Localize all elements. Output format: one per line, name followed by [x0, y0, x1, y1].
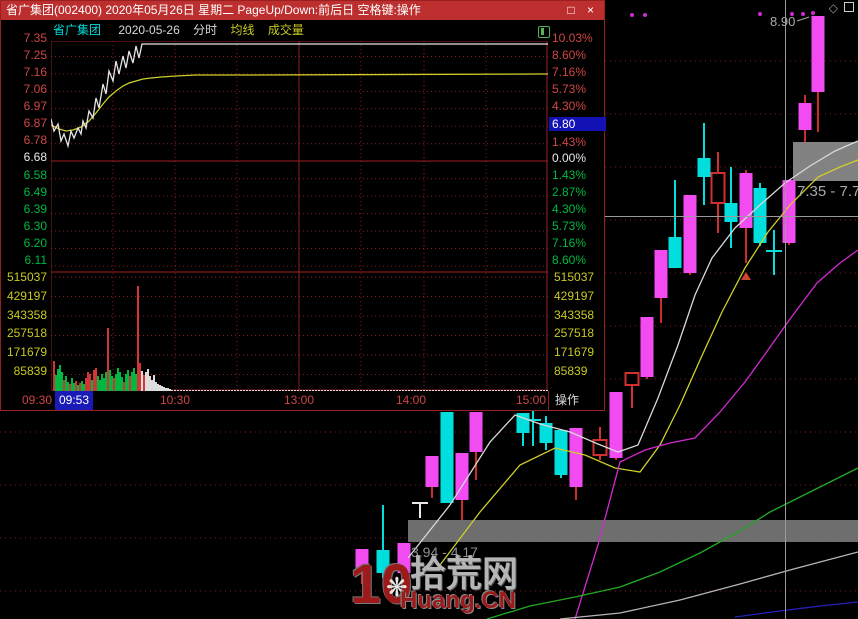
window-icon[interactable]: [844, 2, 854, 12]
current-price-tag: 6.80: [549, 116, 606, 131]
watermark-domain: Huang.CN: [400, 587, 516, 614]
axis-label: 7.35: [23, 31, 47, 45]
panel-toggle-icon[interactable]: [538, 26, 550, 38]
axis-label: 6.39: [23, 201, 47, 216]
minimize-button[interactable]: □: [567, 3, 574, 17]
action-button[interactable]: 操作: [555, 391, 579, 410]
time-axis: 操作 09:30 09:53 10:30 13:00 14:00 15:00: [1, 391, 606, 411]
close-button[interactable]: ×: [587, 3, 594, 17]
percent-axis-right: 10.03% 8.60% 7.16% 5.73% 4.30% 6.80 1.43% 0.00%…: [549, 31, 606, 267]
axis-label: 7.06: [23, 82, 47, 97]
time-label: 09:30: [21, 393, 53, 407]
time-cursor-label: 09:53: [54, 391, 94, 410]
window-controls: □ ×: [558, 1, 594, 20]
axis-label: 7.16%: [552, 64, 587, 79]
ma-line-green: [486, 467, 858, 619]
view-mode-label: 分时: [193, 23, 218, 37]
window-titlebar[interactable]: 省广集团(002400) 2020年05月26日 星期二 PageUp/Down…: [1, 1, 604, 20]
axis-label: 5.73%: [552, 219, 587, 234]
axis-label: 429197: [554, 288, 595, 303]
axis-label: 6.20: [23, 235, 47, 250]
axis-label: 4.30%: [552, 98, 587, 113]
axis-label: 85839: [554, 363, 588, 378]
axis-label: 7.16%: [552, 236, 587, 251]
time-label: 15:00: [515, 393, 547, 407]
price-axis-left: 7.35 7.25 7.16 7.06 6.97 6.87 6.78 6.68 6.58 6.49…: [3, 32, 47, 266]
axis-label: 6.68: [23, 150, 47, 165]
volume-axis-left: 515037 429197 343358 257518 171679 85839: [3, 271, 47, 377]
volume-bars: [53, 286, 548, 391]
volume-axis-right: 515037 429197 343358 257518 171679 85839: [554, 271, 602, 377]
axis-label: 257518: [6, 326, 47, 341]
time-label: 10:30: [159, 393, 191, 407]
axis-label: 257518: [554, 326, 595, 341]
axis-label: 6.30: [23, 218, 47, 233]
diamond-icon: ◇: [828, 1, 838, 15]
axis-label: 0.00%: [552, 151, 587, 166]
axis-label: 171679: [554, 345, 595, 360]
axis-label: 171679: [6, 345, 47, 360]
intraday-gridlines: [51, 41, 548, 391]
axis-label: 343358: [554, 307, 595, 322]
axis-label: 6.87: [23, 116, 47, 131]
axis-label: 6.49: [23, 184, 47, 199]
axis-label: 7.16: [23, 65, 47, 80]
axis-label: 429197: [6, 288, 47, 303]
stock-name: 省广集团: [53, 23, 102, 37]
axis-label: 515037: [6, 270, 47, 284]
ma-line-blue: [734, 601, 858, 618]
intraday-chart[interactable]: [51, 41, 548, 391]
corner-icons: ◇: [829, 1, 854, 15]
app-root: 8.907.35 - 7.753.94 - 4.17 ◇ 10 ❋ 拾荒网 Hu…: [0, 0, 858, 619]
axis-label: 10.03%: [552, 31, 593, 45]
volume-indicator-label: 成交量: [267, 23, 304, 37]
axis-label: 4.30%: [552, 202, 587, 217]
time-label: 13:00: [283, 393, 315, 407]
axis-label: 8.60%: [552, 47, 587, 62]
high-price-annotation: 8.90: [770, 14, 795, 29]
axis-label: 6.97: [23, 99, 47, 114]
axis-label: 6.58: [23, 167, 47, 182]
axis-label: 5.73%: [552, 81, 587, 96]
chart-date: 2020-05-26: [118, 23, 180, 37]
axis-label: 85839: [13, 363, 47, 378]
axis-label: 6.11: [24, 252, 47, 267]
chart-subtitle-bar: 省广集团 2020-05-26 分时 均线 成交量: [1, 20, 604, 41]
axis-label: 6.78: [23, 133, 47, 148]
ma-indicator-label: 均线: [230, 23, 255, 37]
axis-label: 2.87%: [552, 185, 587, 200]
axis-label: 8.60%: [552, 252, 587, 267]
intraday-window: 省广集团(002400) 2020年05月26日 星期二 PageUp/Down…: [0, 0, 606, 411]
axis-label: 7.25: [23, 48, 47, 63]
axis-label: 1.43%: [552, 134, 587, 149]
window-title: 省广集团(002400) 2020年05月26日 星期二 PageUp/Down…: [6, 3, 421, 17]
axis-label: 343358: [6, 307, 47, 322]
ma-line-gray: [559, 551, 858, 619]
time-label: 14:00: [395, 393, 427, 407]
axis-label: 515037: [554, 270, 595, 284]
axis-divider: [548, 391, 549, 411]
range-high-label: 7.35 - 7.75: [797, 183, 858, 200]
axis-label: 1.43%: [552, 168, 587, 183]
